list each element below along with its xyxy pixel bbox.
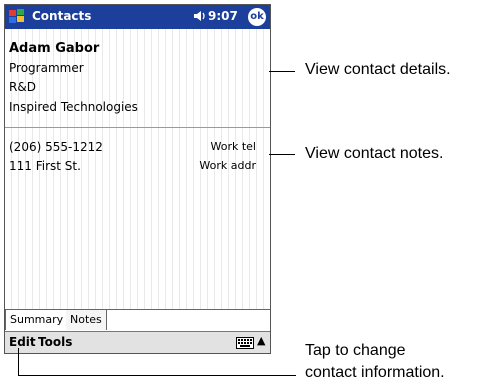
edit-menu[interactable]: Edit [9,335,36,349]
section-divider [5,127,270,128]
contact-summary: Adam Gabor Programmer R&D Inspired Techn… [5,29,270,309]
keyboard-icon[interactable] [236,337,254,349]
field-label: Work tel [210,140,257,153]
callout-change-line2: contact information. [305,364,445,381]
callout-leader-change [18,375,296,376]
field-value: (206) 555-1212 [9,140,103,154]
tab-summary[interactable]: Summary [5,310,69,330]
callout-notes: View contact notes. [305,145,444,162]
command-bar: Edit Tools ▲ [5,331,270,353]
pocket-pc-screen: Contacts 9:07 ok Adam Gabor Programmer R… [4,4,271,354]
field-label: Work addr [199,159,256,172]
app-title: Contacts [32,9,92,23]
tab-strip: Summary Notes [5,309,270,332]
contact-field-row[interactable]: 111 First St. Work addr [5,159,270,175]
callout-change-line1: Tap to change [305,342,406,359]
contact-title[interactable]: Programmer [9,61,84,75]
ok-button[interactable]: ok [248,8,266,26]
callout-leader-details [269,71,295,72]
field-value: 111 First St. [9,159,81,173]
speaker-icon[interactable] [193,9,207,23]
clock[interactable]: 9:07 [208,9,238,23]
input-panel-arrow[interactable]: ▲ [257,334,265,347]
contact-company[interactable]: Inspired Technologies [9,100,138,114]
callout-details: View contact details. [305,61,451,78]
tools-menu[interactable]: Tools [38,335,72,349]
contact-department[interactable]: R&D [9,80,36,94]
callout-leader-notes [269,154,295,155]
callout-leader-change-vertical [18,348,19,375]
contact-field-row[interactable]: (206) 555-1212 Work tel [5,140,270,156]
windows-start-icon[interactable] [8,8,26,26]
tab-notes[interactable]: Notes [66,310,107,330]
contact-name[interactable]: Adam Gabor [9,41,99,56]
title-bar: Contacts 9:07 ok [5,5,270,29]
